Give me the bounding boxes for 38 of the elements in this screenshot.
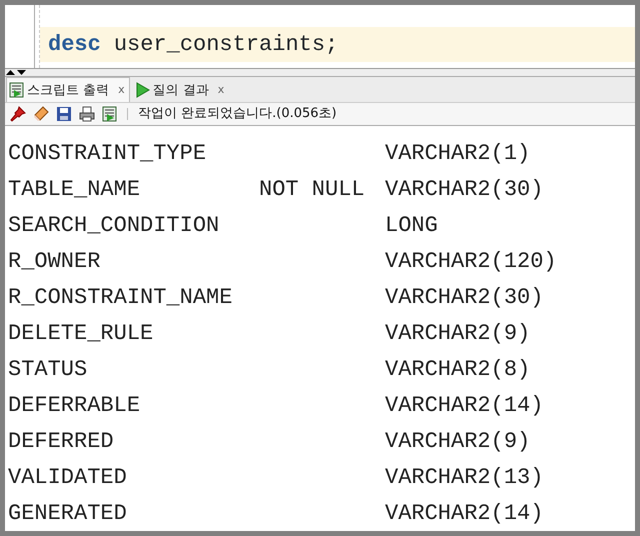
column-name: SEARCH_CONDITION: [8, 212, 220, 240]
data-type: VARCHAR2(13): [385, 464, 544, 492]
tab[interactable]: 스크립트 출력 x: [6, 77, 130, 102]
data-type: VARCHAR2(14): [385, 392, 544, 420]
script-icon[interactable]: [102, 106, 117, 122]
sql-keyword: desc: [48, 31, 101, 59]
close-icon[interactable]: x: [218, 82, 224, 99]
column-name: CONSTRAINT_TYPE: [8, 140, 208, 168]
column-name: VALIDATED: [8, 464, 128, 492]
data-type: VARCHAR2(14): [385, 500, 544, 528]
data-type: LONG: [385, 212, 438, 240]
status-text: 작업이 완료되었습니다.(0.056초): [138, 105, 337, 124]
null-constraint: NOT NULL: [259, 176, 366, 204]
column-name: STATUS: [8, 356, 88, 384]
tab[interactable]: 질의 결과 x: [132, 77, 230, 102]
column-name: R_OWNER: [8, 248, 102, 276]
data-type: VARCHAR2(8): [385, 356, 530, 384]
column-name: DELETE_RULE: [8, 320, 154, 348]
data-type: VARCHAR2(30): [385, 284, 544, 312]
code-text: user_constraints;: [114, 31, 338, 59]
data-type: VARCHAR2(9): [385, 320, 530, 348]
data-type: VARCHAR2(120): [385, 248, 557, 276]
data-type: VARCHAR2(9): [385, 428, 530, 456]
collapse-arrows-icon[interactable]: [6, 69, 26, 76]
pin-icon[interactable]: [10, 106, 26, 122]
column-name: TABLE_NAME: [8, 176, 142, 204]
print-icon[interactable]: [79, 106, 95, 122]
column-name: GENERATED: [8, 500, 128, 528]
data-type: VARCHAR2(1): [385, 140, 530, 168]
column-name: DEFERRABLE: [8, 392, 142, 420]
data-type: VARCHAR2(30): [385, 176, 544, 204]
play-icon: [134, 82, 150, 98]
column-name: R_CONSTRAINT_NAME: [8, 284, 234, 312]
document-icon: [9, 82, 24, 98]
save-icon[interactable]: [56, 106, 72, 122]
column-name: DEFERRED: [8, 428, 115, 456]
eraser-icon[interactable]: [33, 106, 49, 122]
close-icon[interactable]: x: [118, 82, 125, 99]
